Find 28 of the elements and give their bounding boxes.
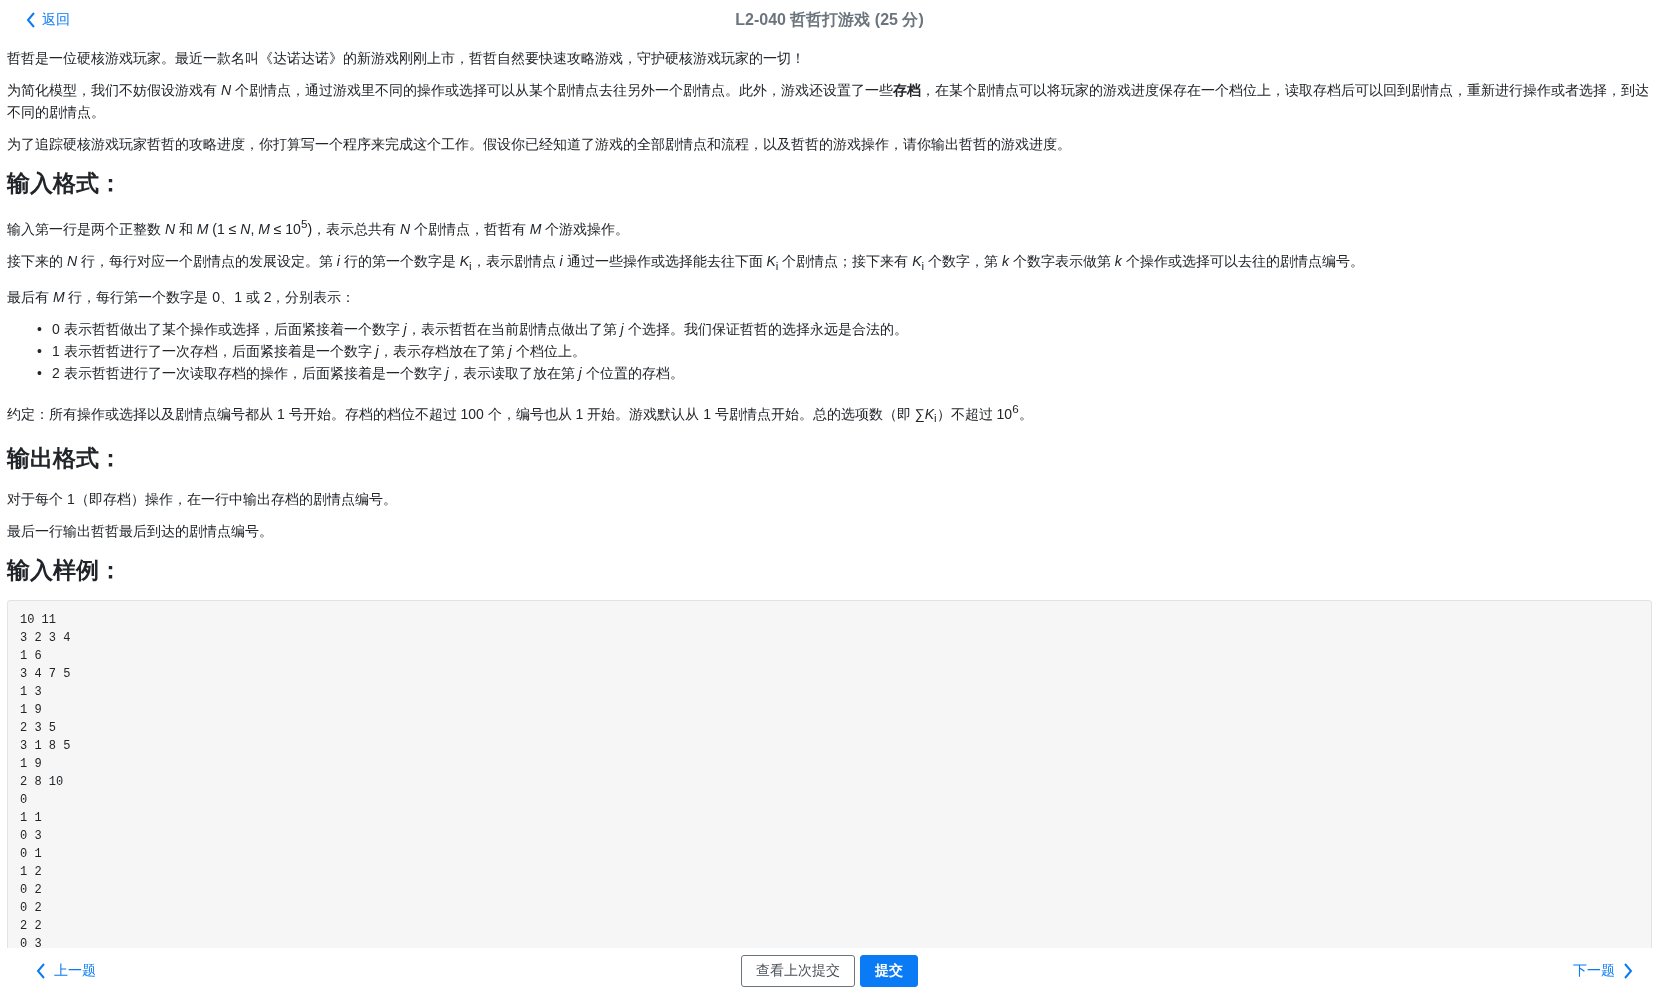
previous-problem-link[interactable]: 上一题 <box>36 962 96 980</box>
bullet: • <box>37 342 42 362</box>
next-problem-link[interactable]: 下一题 <box>1573 962 1633 980</box>
sample-input-code: 10 11 3 2 3 4 1 6 3 4 7 5 1 3 1 9 2 3 5 3 1 8 5 1 9 2 8 10 0 1 1 0 3 0 1 1 2 0 2 0 2 2 2 0 3 <box>7 599 1652 948</box>
paragraph: 为了追踪硬核游戏玩家哲哲的攻略进度，你打算写一个程序来完成这个工作。假设你已经知道了游戏的全部剧情点和流程，以及哲哲的游戏操作，请你输出哲哲的游戏进度。 <box>7 135 1072 154</box>
paragraph: 接下来的 N 行，每行对应一个剧情点的发展设定。第 i 行的第一个数字是 K$_{i}$，表示剧情点 i 通过一些操作或选择能去往下面 K$_{i}$ 个剧情点；接下来有 K$_{i}$ 个数字，第 k 个数字表示做第 k 个操作或选择可以去往的剧情点编号。 <box>7 251 1365 274</box>
paragraph: 对于每个 1（即存档）操作，在一行中输出存档的剧情点编号。 <box>7 489 398 509</box>
list-item: 0 表示哲哲做出了某个操作或选择，后面紧接着一个数字 j，表示哲哲在当前剧情点做出了第 j 个选择。我们保证哲哲的选择永远是合法的。 <box>51 320 908 340</box>
back-link[interactable]: 返回 <box>26 11 70 29</box>
chevron-left-icon <box>36 963 46 979</box>
problem-title: L2-040 哲哲打游戏 (25 分) <box>735 10 924 28</box>
list-item: 1 表示哲哲进行了一次存档，后面紧接着是一个数字 j，表示存档放在了第 j 个档位上。 <box>51 342 586 362</box>
paragraph: 约定：所有操作或选择以及剧情点编号都从 1 号开始。存档的档位不超过 100 个，编号也从 1 开始。游戏默认从 1 号剧情点开始。总的选项数（即 ∑K$_{i}$）不超过 10$^{6}$。 <box>7 401 1034 427</box>
paragraph: 最后一行输出哲哲最后到达的剧情点编号。 <box>7 521 274 541</box>
section-heading: 输入样例： <box>7 555 122 585</box>
list-item: 2 表示哲哲进行了一次读取存档的操作，后面紧接着是一个数字 j，表示读取了放在第 j 个位置的存档。 <box>51 364 684 384</box>
section-heading: 输出格式： <box>7 443 122 473</box>
chevron-right-icon <box>1623 963 1633 979</box>
submit-button[interactable]: 提交 <box>860 955 918 987</box>
paragraph: 最后有 M 行，每行第一个数字是 0、1 或 2，分别表示： <box>7 288 357 308</box>
bullet: • <box>37 320 42 340</box>
chevron-left-icon <box>26 12 36 28</box>
section-heading: 输入格式： <box>7 169 122 198</box>
paragraph: 为简化模型，我们不妨假设游戏有 N 个剧情点，通过游戏里不同的操作或选择可以从某个剧情点去往另外一个剧情点。此外，游戏还设置了一些存档，在某个剧情点可以将玩家的游戏进度保存在一个档位上，读取存档后可以回到剧情点，重新进行操作或者选择，到达不同的剧情点。 <box>7 81 1650 122</box>
view-last-submission-button[interactable]: 查看上次提交 <box>741 955 855 987</box>
bullet: • <box>37 364 42 384</box>
paragraph: 哲哲是一位硬核游戏玩家。最近一款名叫《达诺达诺》的新游戏刚刚上市，哲哲自然要快速攻略游戏，守护硬核游戏玩家的一切！ <box>7 49 806 68</box>
paragraph: 输入第一行是两个正整数 N 和 M (1 ≤ N, M ≤ 10$^{5}$)，表示总共有 N 个剧情点，哲哲有 M 个游戏操作。 <box>7 216 631 239</box>
